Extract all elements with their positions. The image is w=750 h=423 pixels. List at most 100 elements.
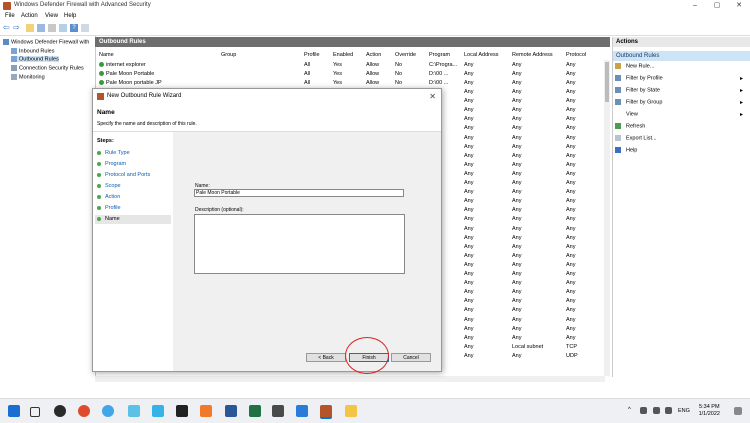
column-protocol[interactable]: Protocol	[566, 52, 586, 58]
table-row[interactable]: Pale Moon portable JP All Yes Allow No D…	[95, 79, 610, 88]
column-program[interactable]: Program	[429, 52, 450, 58]
volume-icon[interactable]	[665, 407, 672, 414]
tree-root[interactable]: Windows Defender Firewall with	[3, 39, 89, 45]
description-input[interactable]	[194, 214, 405, 274]
menu-view[interactable]: View	[45, 13, 58, 19]
action-filter-by-state[interactable]: Filter by State ▸	[615, 87, 747, 94]
column-local-address[interactable]: Local Address	[464, 52, 499, 58]
cancel-button[interactable]: Cancel	[391, 353, 431, 362]
firewall-app-icon	[3, 2, 11, 10]
list-scrollbar[interactable]	[604, 60, 610, 376]
table-row[interactable]: internet explorer All Yes Allow No C:\Pr…	[95, 61, 610, 70]
action-help[interactable]: Help	[615, 147, 637, 153]
action-export-list[interactable]: Export List...	[615, 135, 657, 141]
toolbar: ⇦ ⇨ ?	[0, 22, 750, 36]
action-label: Filter by Group	[626, 99, 663, 106]
app-icon[interactable]	[200, 405, 212, 417]
step-rule-type[interactable]: Rule Type	[95, 149, 171, 158]
scrollbar-thumb[interactable]	[605, 62, 609, 102]
network-icon[interactable]	[640, 407, 647, 414]
dialog-close-icon[interactable]: ✕	[429, 92, 436, 101]
table-row[interactable]: Pale Moon Portable All Yes Allow No D:\0…	[95, 70, 610, 79]
step-action[interactable]: Action	[95, 193, 171, 202]
start-icon[interactable]	[8, 405, 20, 417]
tray-arrow-icon[interactable]: ^	[628, 407, 631, 413]
connection-security-icon	[11, 65, 17, 71]
step-protocol-and-ports[interactable]: Protocol and Ports	[95, 171, 171, 180]
forward-arrow-icon[interactable]: ⇨	[13, 24, 21, 32]
row-program: D:\00 ...	[429, 71, 449, 77]
back-button[interactable]: < Back	[306, 353, 346, 362]
action-new-rule[interactable]: New Rule...	[615, 63, 654, 69]
column-name[interactable]: Name	[99, 52, 114, 58]
row-cell: Any	[464, 253, 474, 259]
app-icon[interactable]	[272, 405, 284, 417]
app-icon[interactable]	[176, 405, 188, 417]
export-list-icon[interactable]	[48, 24, 56, 32]
column-enabled[interactable]: Enabled	[333, 52, 353, 58]
folder-icon[interactable]	[26, 24, 34, 32]
app-icon[interactable]	[54, 405, 66, 417]
help-icon[interactable]: ?	[70, 24, 78, 32]
refresh-icon[interactable]	[59, 24, 67, 32]
row-local: Any	[464, 80, 474, 86]
chrome-icon[interactable]	[78, 405, 90, 417]
language-indicator[interactable]: ENG	[678, 408, 690, 414]
row-cell: Any	[464, 116, 474, 122]
back-arrow-icon[interactable]: ⇦	[3, 24, 11, 32]
list-horizontal-scrollbar[interactable]	[95, 376, 605, 382]
menu-help[interactable]: Help	[64, 13, 76, 19]
name-input[interactable]: Pale Moon Portable	[194, 189, 404, 197]
menu-action[interactable]: Action	[21, 13, 38, 19]
tree-item-inbound-rules[interactable]: Inbound Rules	[11, 48, 54, 54]
row-name: internet explorer	[106, 62, 146, 68]
step-profile[interactable]: Profile	[95, 204, 171, 213]
row-cell: Any	[464, 317, 474, 323]
edge-icon[interactable]	[102, 405, 114, 417]
row-name: Pale Moon portable JP	[106, 80, 162, 86]
step-label: Name	[105, 216, 120, 222]
menu-file[interactable]: File	[5, 13, 15, 19]
column-remote-address[interactable]: Remote Address	[512, 52, 553, 58]
file-explorer-icon[interactable]	[345, 405, 357, 417]
console-tree-icon[interactable]	[37, 24, 45, 32]
task-view-icon[interactable]	[30, 407, 40, 417]
tree-item-outbound-rules[interactable]: Outbound Rules	[11, 56, 59, 63]
excel-icon[interactable]	[249, 405, 261, 417]
column-action[interactable]: Action	[366, 52, 381, 58]
app-icon[interactable]	[296, 405, 308, 417]
step-label: Rule Type	[105, 150, 130, 156]
action-view[interactable]: View ▸	[615, 111, 747, 118]
column-override[interactable]: Override	[395, 52, 416, 58]
row-enabled: Yes	[333, 71, 342, 77]
column-group[interactable]: Group	[221, 52, 236, 58]
row-cell: Any	[464, 271, 474, 277]
step-scope[interactable]: Scope	[95, 182, 171, 191]
clock[interactable]: 5:34 PM 1/1/2022	[699, 404, 720, 418]
step-label: Program	[105, 161, 127, 167]
submenu-arrow-icon: ▸	[739, 112, 743, 118]
maximize-button[interactable]: ▢	[706, 1, 728, 11]
properties-icon[interactable]	[81, 24, 89, 32]
app-icon[interactable]	[152, 405, 164, 417]
row-program: D:\00 ...	[429, 80, 449, 86]
row-cell: Any	[464, 162, 474, 168]
action-filter-by-profile[interactable]: Filter by Profile ▸	[615, 75, 747, 82]
close-button[interactable]: ✕	[728, 1, 750, 11]
actions-section-outbound-rules[interactable]: Outbound Rules	[613, 51, 750, 61]
word-icon[interactable]	[225, 405, 237, 417]
row-cell: Any	[566, 207, 576, 213]
column-profile[interactable]: Profile	[304, 52, 320, 58]
step-name[interactable]: Name	[95, 215, 171, 224]
step-done-icon	[97, 162, 101, 166]
action-refresh[interactable]: Refresh	[615, 123, 645, 129]
tree-item-connection-security-rules[interactable]: Connection Security Rules	[11, 65, 84, 71]
app-icon[interactable]	[128, 405, 140, 417]
step-program[interactable]: Program	[95, 160, 171, 169]
tree-item-monitoring[interactable]: Monitoring	[11, 74, 45, 80]
minimize-button[interactable]: –	[684, 1, 706, 11]
notification-icon[interactable]	[734, 407, 742, 415]
firewall-taskbar-icon[interactable]	[320, 405, 332, 419]
battery-icon[interactable]	[653, 407, 660, 414]
action-filter-by-group[interactable]: Filter by Group ▸	[615, 99, 747, 106]
